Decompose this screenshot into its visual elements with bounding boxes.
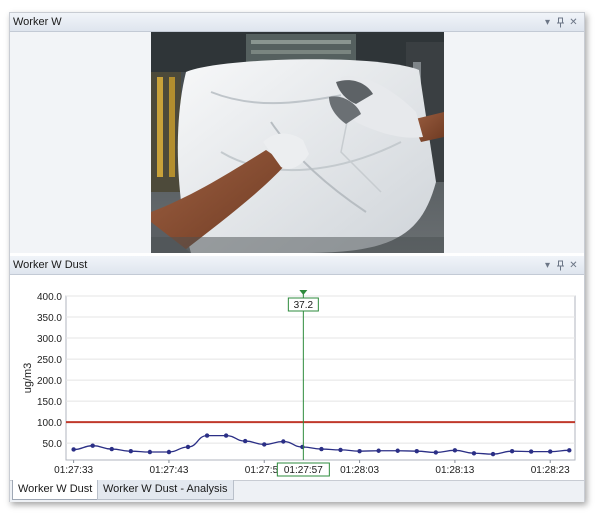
data-point — [262, 442, 267, 447]
dust-panel-title: Worker W Dust — [13, 259, 88, 271]
data-point — [204, 433, 210, 438]
x-tick-label: 01:28:03 — [340, 465, 379, 476]
data-point — [109, 446, 114, 452]
data-point — [166, 449, 172, 455]
pin-icon-glyph — [557, 17, 564, 27]
y-axis-label: ug/m3 — [22, 363, 34, 394]
data-point — [281, 439, 286, 444]
data-point — [185, 444, 191, 450]
data-point — [414, 448, 419, 454]
data-point — [90, 443, 95, 448]
dust-chart[interactable]: 400.0350.0300.0250.0200.0150.0100.050.0 … — [10, 275, 584, 480]
cursor-time-label: 01:27:57 — [284, 465, 323, 476]
video-panel — [10, 32, 584, 253]
data-point — [528, 449, 534, 454]
data-point — [242, 438, 248, 444]
video-panel-title: Worker W — [13, 16, 62, 28]
data-point — [128, 448, 134, 454]
data-point — [376, 448, 381, 453]
data-point — [147, 449, 153, 455]
y-tick-label: 300.0 — [37, 334, 62, 345]
dust-chart-panel: 400.0 350.0 300.0 250.0 200.0 150.0 100.0 50.0 … — [10, 275, 584, 480]
x-tick-label: 01:28:23 — [531, 465, 570, 476]
cursor-value-label: 37.2 — [294, 300, 314, 311]
y-tick-label: 150.0 — [37, 397, 62, 408]
data-point — [548, 449, 553, 454]
y-tick-label: 350.0 — [37, 313, 62, 324]
data-point — [395, 448, 400, 453]
data-point — [433, 450, 439, 455]
plot-area — [65, 295, 576, 461]
data-point — [338, 447, 343, 453]
video-frame[interactable] — [151, 32, 444, 253]
y-tick-label: 100.0 — [37, 418, 62, 429]
dropdown-icon[interactable]: ▾ — [541, 15, 554, 29]
video-image — [151, 32, 444, 253]
data-point — [567, 448, 572, 453]
data-point — [490, 451, 496, 457]
data-point — [223, 433, 229, 438]
y-tick-label: 200.0 — [37, 376, 62, 387]
pin-icon[interactable] — [554, 15, 567, 29]
pin-icon[interactable] — [554, 258, 567, 272]
y-tick-label: 250.0 — [37, 355, 62, 366]
y-tick-label: 400.0 — [37, 292, 62, 303]
close-icon[interactable]: ✕ — [567, 15, 580, 29]
data-point — [509, 448, 515, 454]
video-panel-header: Worker W ▾ ✕ — [10, 13, 584, 32]
data-point — [452, 448, 458, 453]
data-point — [471, 451, 477, 456]
data-point — [71, 447, 76, 452]
x-tick-label: 01:28:13 — [435, 465, 474, 476]
app-window: Worker W ▾ ✕ Worker W Dust ▾ ✕ 400.0 350… — [9, 12, 585, 502]
cursor-handle-icon[interactable] — [299, 290, 308, 295]
y-tick-label: 50.0 — [43, 439, 63, 450]
dropdown-icon[interactable]: ▾ — [541, 258, 554, 272]
data-point — [300, 444, 305, 450]
data-point — [357, 448, 362, 454]
data-point — [319, 446, 324, 452]
tab-worker-w-dust-analysis[interactable]: Worker W Dust - Analysis — [97, 480, 234, 500]
close-icon[interactable]: ✕ — [567, 258, 580, 272]
x-tick-label: 01:27:43 — [149, 465, 188, 476]
tab-worker-w-dust[interactable]: Worker W Dust — [12, 480, 99, 500]
dust-panel-header: Worker W Dust ▾ ✕ — [10, 256, 584, 275]
tab-bar: Worker W Dust Worker W Dust - Analysis — [10, 480, 584, 502]
pin-icon-glyph — [557, 260, 564, 270]
x-tick-label: 01:27:33 — [54, 465, 93, 476]
